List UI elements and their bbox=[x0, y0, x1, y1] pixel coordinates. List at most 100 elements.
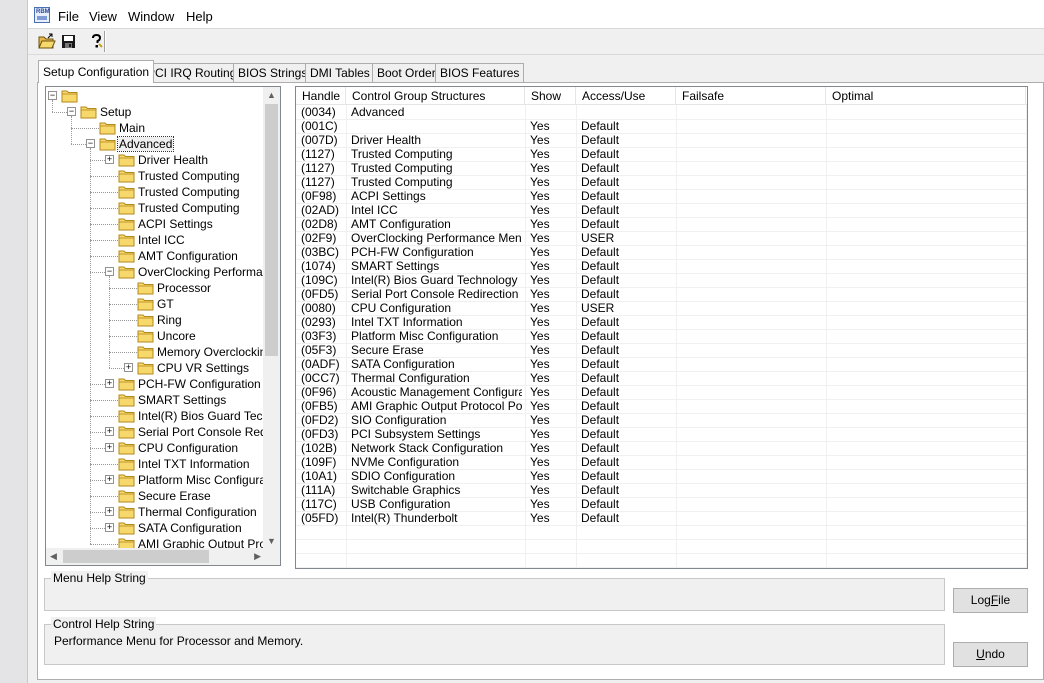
tree-item[interactable]: − OverClocking Performanc bbox=[46, 264, 275, 280]
tree-expand-icon[interactable]: + bbox=[105, 523, 114, 532]
tree-item[interactable]: ACPI Settings bbox=[46, 216, 263, 232]
tree-horizontal-scrollbar[interactable]: ◀ ▶ bbox=[46, 548, 265, 565]
menu-help[interactable]: Help bbox=[186, 9, 213, 24]
tree-item[interactable]: Intel ICC bbox=[46, 232, 263, 248]
table-row[interactable]: (1127) Trusted Computing Yes Default bbox=[296, 162, 1027, 176]
table-row[interactable] bbox=[296, 554, 1027, 568]
tree-item[interactable]: Uncore bbox=[46, 328, 263, 344]
tree-item[interactable]: + CPU VR Settings bbox=[46, 360, 263, 376]
column-header[interactable]: Access/Use bbox=[576, 87, 676, 105]
table-row[interactable]: (1074) SMART Settings Yes Default bbox=[296, 260, 1027, 274]
table-row[interactable]: (0293) Intel TXT Information Yes Default bbox=[296, 316, 1027, 330]
tree-item[interactable]: Intel(R) Bios Guard Techr bbox=[46, 408, 273, 424]
table-row[interactable]: (0ADF) SATA Configuration Yes Default bbox=[296, 358, 1027, 372]
undo-button[interactable]: Undo bbox=[953, 642, 1028, 667]
tree-item[interactable]: − Setup bbox=[46, 104, 263, 120]
tree-item[interactable]: + Serial Port Console Redire bbox=[46, 424, 280, 440]
table-row[interactable]: (0F96) Acoustic Management Configurati...… bbox=[296, 386, 1027, 400]
tree-item[interactable]: Secure Erase bbox=[46, 488, 263, 504]
menu-window[interactable]: Window bbox=[128, 9, 174, 24]
tree-item[interactable]: + Thermal Configuration bbox=[46, 504, 263, 520]
table-row[interactable]: (02D8) AMT Configuration Yes Default bbox=[296, 218, 1027, 232]
setup-tree[interactable]: − − Setup Main − Advanced + Driver Health Truste… bbox=[45, 86, 281, 566]
tree-expand-icon[interactable]: + bbox=[105, 155, 114, 164]
tree-expand-icon[interactable]: + bbox=[105, 475, 114, 484]
help-icon[interactable] bbox=[86, 31, 107, 52]
tree-expand-icon[interactable]: + bbox=[105, 507, 114, 516]
table-row[interactable]: (111A) Switchable Graphics Yes Default bbox=[296, 484, 1027, 498]
tree-item[interactable]: + Platform Misc Configurati bbox=[46, 472, 272, 488]
tree-expand-icon[interactable]: + bbox=[105, 379, 114, 388]
table-row[interactable]: (102B) Network Stack Configuration Yes Defa… bbox=[296, 442, 1027, 456]
scroll-down-arrow[interactable]: ▼ bbox=[267, 536, 276, 546]
tab-bios-features[interactable]: BIOS Features bbox=[435, 63, 525, 82]
table-row[interactable]: (0FD2) SIO Configuration Yes Default bbox=[296, 414, 1027, 428]
tree-item[interactable]: AMT Configuration bbox=[46, 248, 263, 264]
tree-item[interactable]: + PCH-FW Configuration bbox=[46, 376, 263, 392]
open-folder-icon[interactable] bbox=[36, 31, 57, 52]
tree-item[interactable]: Trusted Computing bbox=[46, 200, 263, 216]
scroll-right-arrow[interactable]: ▶ bbox=[254, 551, 261, 561]
table-row[interactable]: (0034) Advanced bbox=[296, 106, 1027, 120]
menu-file[interactable]: File bbox=[58, 9, 79, 24]
scroll-up-arrow[interactable]: ▲ bbox=[267, 90, 276, 100]
table-row[interactable]: (02F9) OverClocking Performance Menu Yes US… bbox=[296, 232, 1027, 246]
table-row[interactable] bbox=[296, 526, 1027, 540]
table-row[interactable]: (0CC7) Thermal Configuration Yes Default bbox=[296, 372, 1027, 386]
control-group-table[interactable]: Handle Control Group Structures Show Access… bbox=[295, 86, 1028, 569]
column-header[interactable]: Show bbox=[525, 87, 576, 105]
tree-collapse-icon[interactable]: − bbox=[48, 91, 57, 100]
table-row[interactable]: (02AD) Intel ICC Yes Default bbox=[296, 204, 1027, 218]
tab-setup-configuration[interactable]: Setup Configuration bbox=[38, 60, 155, 83]
menu-view[interactable]: View bbox=[89, 9, 117, 24]
table-row[interactable]: (05FD) Intel(R) Thunderbolt Yes Default bbox=[296, 512, 1027, 526]
tab-boot-order[interactable]: Boot Order bbox=[372, 63, 441, 82]
tree-expand-icon[interactable]: + bbox=[105, 443, 114, 452]
table-row[interactable]: (0F98) ACPI Settings Yes Default bbox=[296, 190, 1027, 204]
tab-pci-irq-routing[interactable]: PCI IRQ Routing bbox=[142, 63, 242, 82]
tree-expand-icon[interactable]: + bbox=[105, 427, 114, 436]
tree-item[interactable]: Memory Overclocking bbox=[46, 344, 273, 360]
tree-item[interactable]: Main bbox=[46, 120, 263, 136]
app-icon[interactable]: RBM bbox=[34, 7, 50, 23]
tree-item[interactable]: + SATA Configuration bbox=[46, 520, 263, 536]
column-header[interactable]: Handle bbox=[296, 87, 346, 105]
table-row[interactable]: (05F3) Secure Erase Yes Default bbox=[296, 344, 1027, 358]
tree-item[interactable]: Processor bbox=[46, 280, 263, 296]
tree-item[interactable]: Ring bbox=[46, 312, 263, 328]
table-row[interactable]: (03F3) Platform Misc Configuration Yes Defa… bbox=[296, 330, 1027, 344]
column-header[interactable]: Failsafe bbox=[676, 87, 826, 105]
tab-dmi-tables[interactable]: DMI Tables bbox=[305, 63, 375, 82]
table-row[interactable]: (0FB5) AMI Graphic Output Protocol Policy… bbox=[296, 400, 1027, 414]
tree-expand-icon[interactable]: + bbox=[124, 363, 133, 372]
table-row[interactable]: (0FD5) Serial Port Console Redirection Yes… bbox=[296, 288, 1027, 302]
tree-item[interactable]: GT bbox=[46, 296, 263, 312]
tab-bios-strings[interactable]: BIOS Strings bbox=[233, 63, 313, 82]
column-header[interactable]: Optimal bbox=[826, 87, 1026, 105]
tree-item[interactable]: Trusted Computing bbox=[46, 184, 263, 200]
table-row[interactable]: (10A1) SDIO Configuration Yes Default bbox=[296, 470, 1027, 484]
table-row[interactable]: (109F) NVMe Configuration Yes Default bbox=[296, 456, 1027, 470]
tree-collapse-icon[interactable]: − bbox=[86, 139, 95, 148]
logfile-button[interactable]: LogFile bbox=[953, 588, 1028, 613]
tree-vertical-scrollbar[interactable]: ▲ ▼ bbox=[263, 87, 280, 549]
table-row[interactable]: (1127) Trusted Computing Yes Default bbox=[296, 148, 1027, 162]
tree-item[interactable]: − bbox=[46, 88, 263, 104]
table-row[interactable] bbox=[296, 540, 1027, 554]
table-row[interactable]: (0FD3) PCI Subsystem Settings Yes Default bbox=[296, 428, 1027, 442]
table-row[interactable]: (001C) Yes Default bbox=[296, 120, 1027, 134]
tree-item[interactable]: + CPU Configuration bbox=[46, 440, 263, 456]
tree-collapse-icon[interactable]: − bbox=[67, 107, 76, 116]
tree-item[interactable]: − Advanced bbox=[46, 136, 263, 152]
table-row[interactable]: (03BC) PCH-FW Configuration Yes Default bbox=[296, 246, 1027, 260]
tree-item[interactable]: + Driver Health bbox=[46, 152, 263, 168]
tree-vscroll-thumb[interactable] bbox=[265, 104, 278, 356]
tree-hscroll-thumb[interactable] bbox=[63, 550, 209, 563]
scroll-left-arrow[interactable]: ◀ bbox=[50, 551, 57, 561]
table-row[interactable]: (007D) Driver Health Yes Default bbox=[296, 134, 1027, 148]
table-row[interactable]: (1127) Trusted Computing Yes Default bbox=[296, 176, 1027, 190]
table-row[interactable]: (0080) CPU Configuration Yes USER bbox=[296, 302, 1027, 316]
tree-item[interactable]: Trusted Computing bbox=[46, 168, 263, 184]
tree-item[interactable]: Intel TXT Information bbox=[46, 456, 263, 472]
tree-item[interactable]: SMART Settings bbox=[46, 392, 263, 408]
